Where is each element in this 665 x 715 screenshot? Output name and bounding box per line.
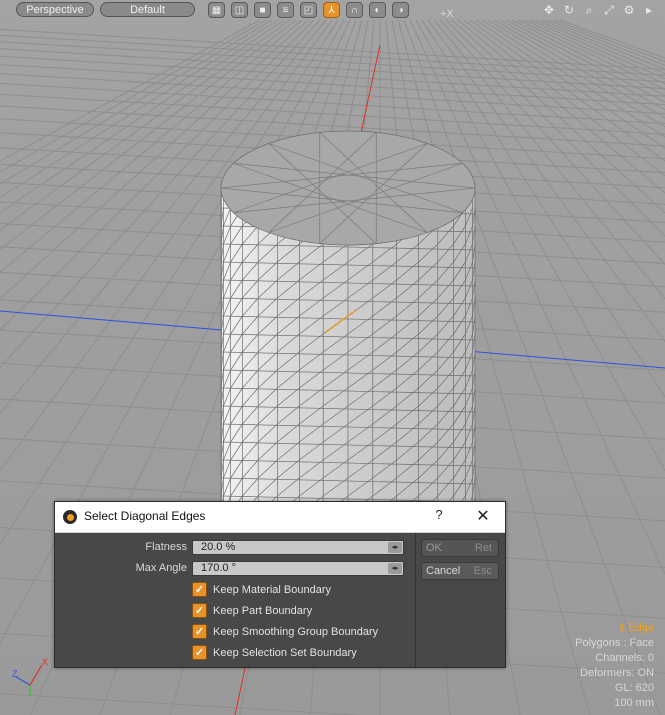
flatness-value: 20.0 % <box>201 541 236 553</box>
dialog-title-bar[interactable]: Select Diagonal Edges ? ✕ <box>55 502 505 533</box>
cancel-button[interactable]: Cancel Esc <box>421 562 499 580</box>
solid-icon[interactable]: ■ <box>254 2 271 18</box>
cylinder-mesh <box>220 130 476 539</box>
dialog-title: Select Diagonal Edges <box>84 509 206 523</box>
polygons-stat: Polygons : Face <box>575 637 654 649</box>
axis-direction-label: +X <box>440 8 454 20</box>
dialog-divider <box>415 533 416 667</box>
svg-text:X: X <box>42 657 48 667</box>
shading-dropdown[interactable]: Default <box>100 2 195 17</box>
help-button[interactable]: ? <box>432 507 446 522</box>
svg-text:Z: Z <box>12 669 18 679</box>
axis-gizmo: Z X <box>12 657 48 697</box>
viewport-toolbar: Perspective Default ▦ ◫ ■ ≡ ◰ ⅄ ∩ ◐ ◑ +X… <box>0 0 665 20</box>
ok-label: OK <box>426 542 442 554</box>
mirror-icon[interactable]: ◑ <box>392 2 409 18</box>
rotate-icon[interactable]: ↻ <box>561 2 577 18</box>
reflect-icon[interactable]: ◐ <box>369 2 386 18</box>
viewport-stats: 1 Edge Polygons : Face Channels: 0 Defor… <box>575 621 654 711</box>
keep-smoothing-group-boundary-label: Keep Smoothing Group Boundary <box>213 625 379 638</box>
gear-icon[interactable]: ⚙ <box>621 2 637 18</box>
close-button[interactable]: ✕ <box>473 506 493 526</box>
keep-material-boundary-label: Keep Material Boundary <box>213 583 332 596</box>
flatness-label: Flatness <box>145 541 187 553</box>
navigation-tools: ✥ ↻ ⌕ ⤢ ⚙ ▸ <box>541 2 657 18</box>
fit-icon[interactable]: ⤢ <box>601 2 617 18</box>
axis-icon[interactable]: ⅄ <box>323 2 340 18</box>
pan-icon[interactable]: ✥ <box>541 2 557 18</box>
keep-part-boundary-checkbox[interactable]: ✓ <box>192 603 207 618</box>
keep-selection-set-boundary-checkbox[interactable]: ✓ <box>192 645 207 660</box>
texture-icon[interactable]: ≡ <box>277 2 294 18</box>
grid-icon[interactable]: ▦ <box>208 2 225 18</box>
max-angle-field[interactable]: 170.0 ° ◂▸ <box>192 561 404 576</box>
max-angle-value: 170.0 ° <box>201 562 236 574</box>
grid-size-stat: 100 mm <box>614 697 654 709</box>
keep-selection-set-boundary-label: Keep Selection Set Boundary <box>213 646 357 659</box>
expand-arrow-icon[interactable]: ▸ <box>641 2 657 18</box>
cancel-label: Cancel <box>426 565 461 577</box>
flatness-spinner-icon[interactable]: ◂▸ <box>388 542 402 553</box>
max-angle-label: Max Angle <box>135 562 187 574</box>
wireframe-icon[interactable]: ◫ <box>231 2 248 18</box>
ok-button[interactable]: OK Ret <box>421 539 499 557</box>
keep-smoothing-group-boundary-checkbox[interactable]: ✓ <box>192 624 207 639</box>
deformers-stat: Deformers: ON <box>580 667 654 679</box>
keep-material-boundary-row[interactable]: ✓ Keep Material Boundary <box>192 581 331 598</box>
keep-part-boundary-label: Keep Part Boundary <box>213 604 313 617</box>
max-angle-spinner-icon[interactable]: ◂▸ <box>388 563 402 574</box>
close-icon: ✕ <box>476 508 490 525</box>
flatness-field[interactable]: 20.0 % ◂▸ <box>192 540 404 555</box>
ok-shortcut: Ret <box>474 542 492 554</box>
keep-material-boundary-checkbox[interactable]: ✓ <box>192 582 207 597</box>
keep-part-boundary-row[interactable]: ✓ Keep Part Boundary <box>192 602 312 619</box>
channels-stat: Channels: 0 <box>595 652 654 664</box>
cancel-shortcut: Esc <box>473 565 492 577</box>
selection-count: 1 Edge <box>619 622 654 634</box>
app-logo-icon <box>63 510 77 524</box>
select-diagonal-edges-dialog: Select Diagonal Edges ? ✕ Flatness 20.0 … <box>54 501 506 668</box>
layout-icon[interactable]: ◰ <box>300 2 317 18</box>
gl-stat: GL: 620 <box>614 682 654 694</box>
view-mode-dropdown[interactable]: Perspective <box>16 2 94 17</box>
keep-selection-set-boundary-row[interactable]: ✓ Keep Selection Set Boundary <box>192 644 357 661</box>
zoom-icon[interactable]: ⌕ <box>581 2 597 18</box>
curve-icon[interactable]: ∩ <box>346 2 363 18</box>
keep-smoothing-group-boundary-row[interactable]: ✓ Keep Smoothing Group Boundary <box>192 623 378 640</box>
